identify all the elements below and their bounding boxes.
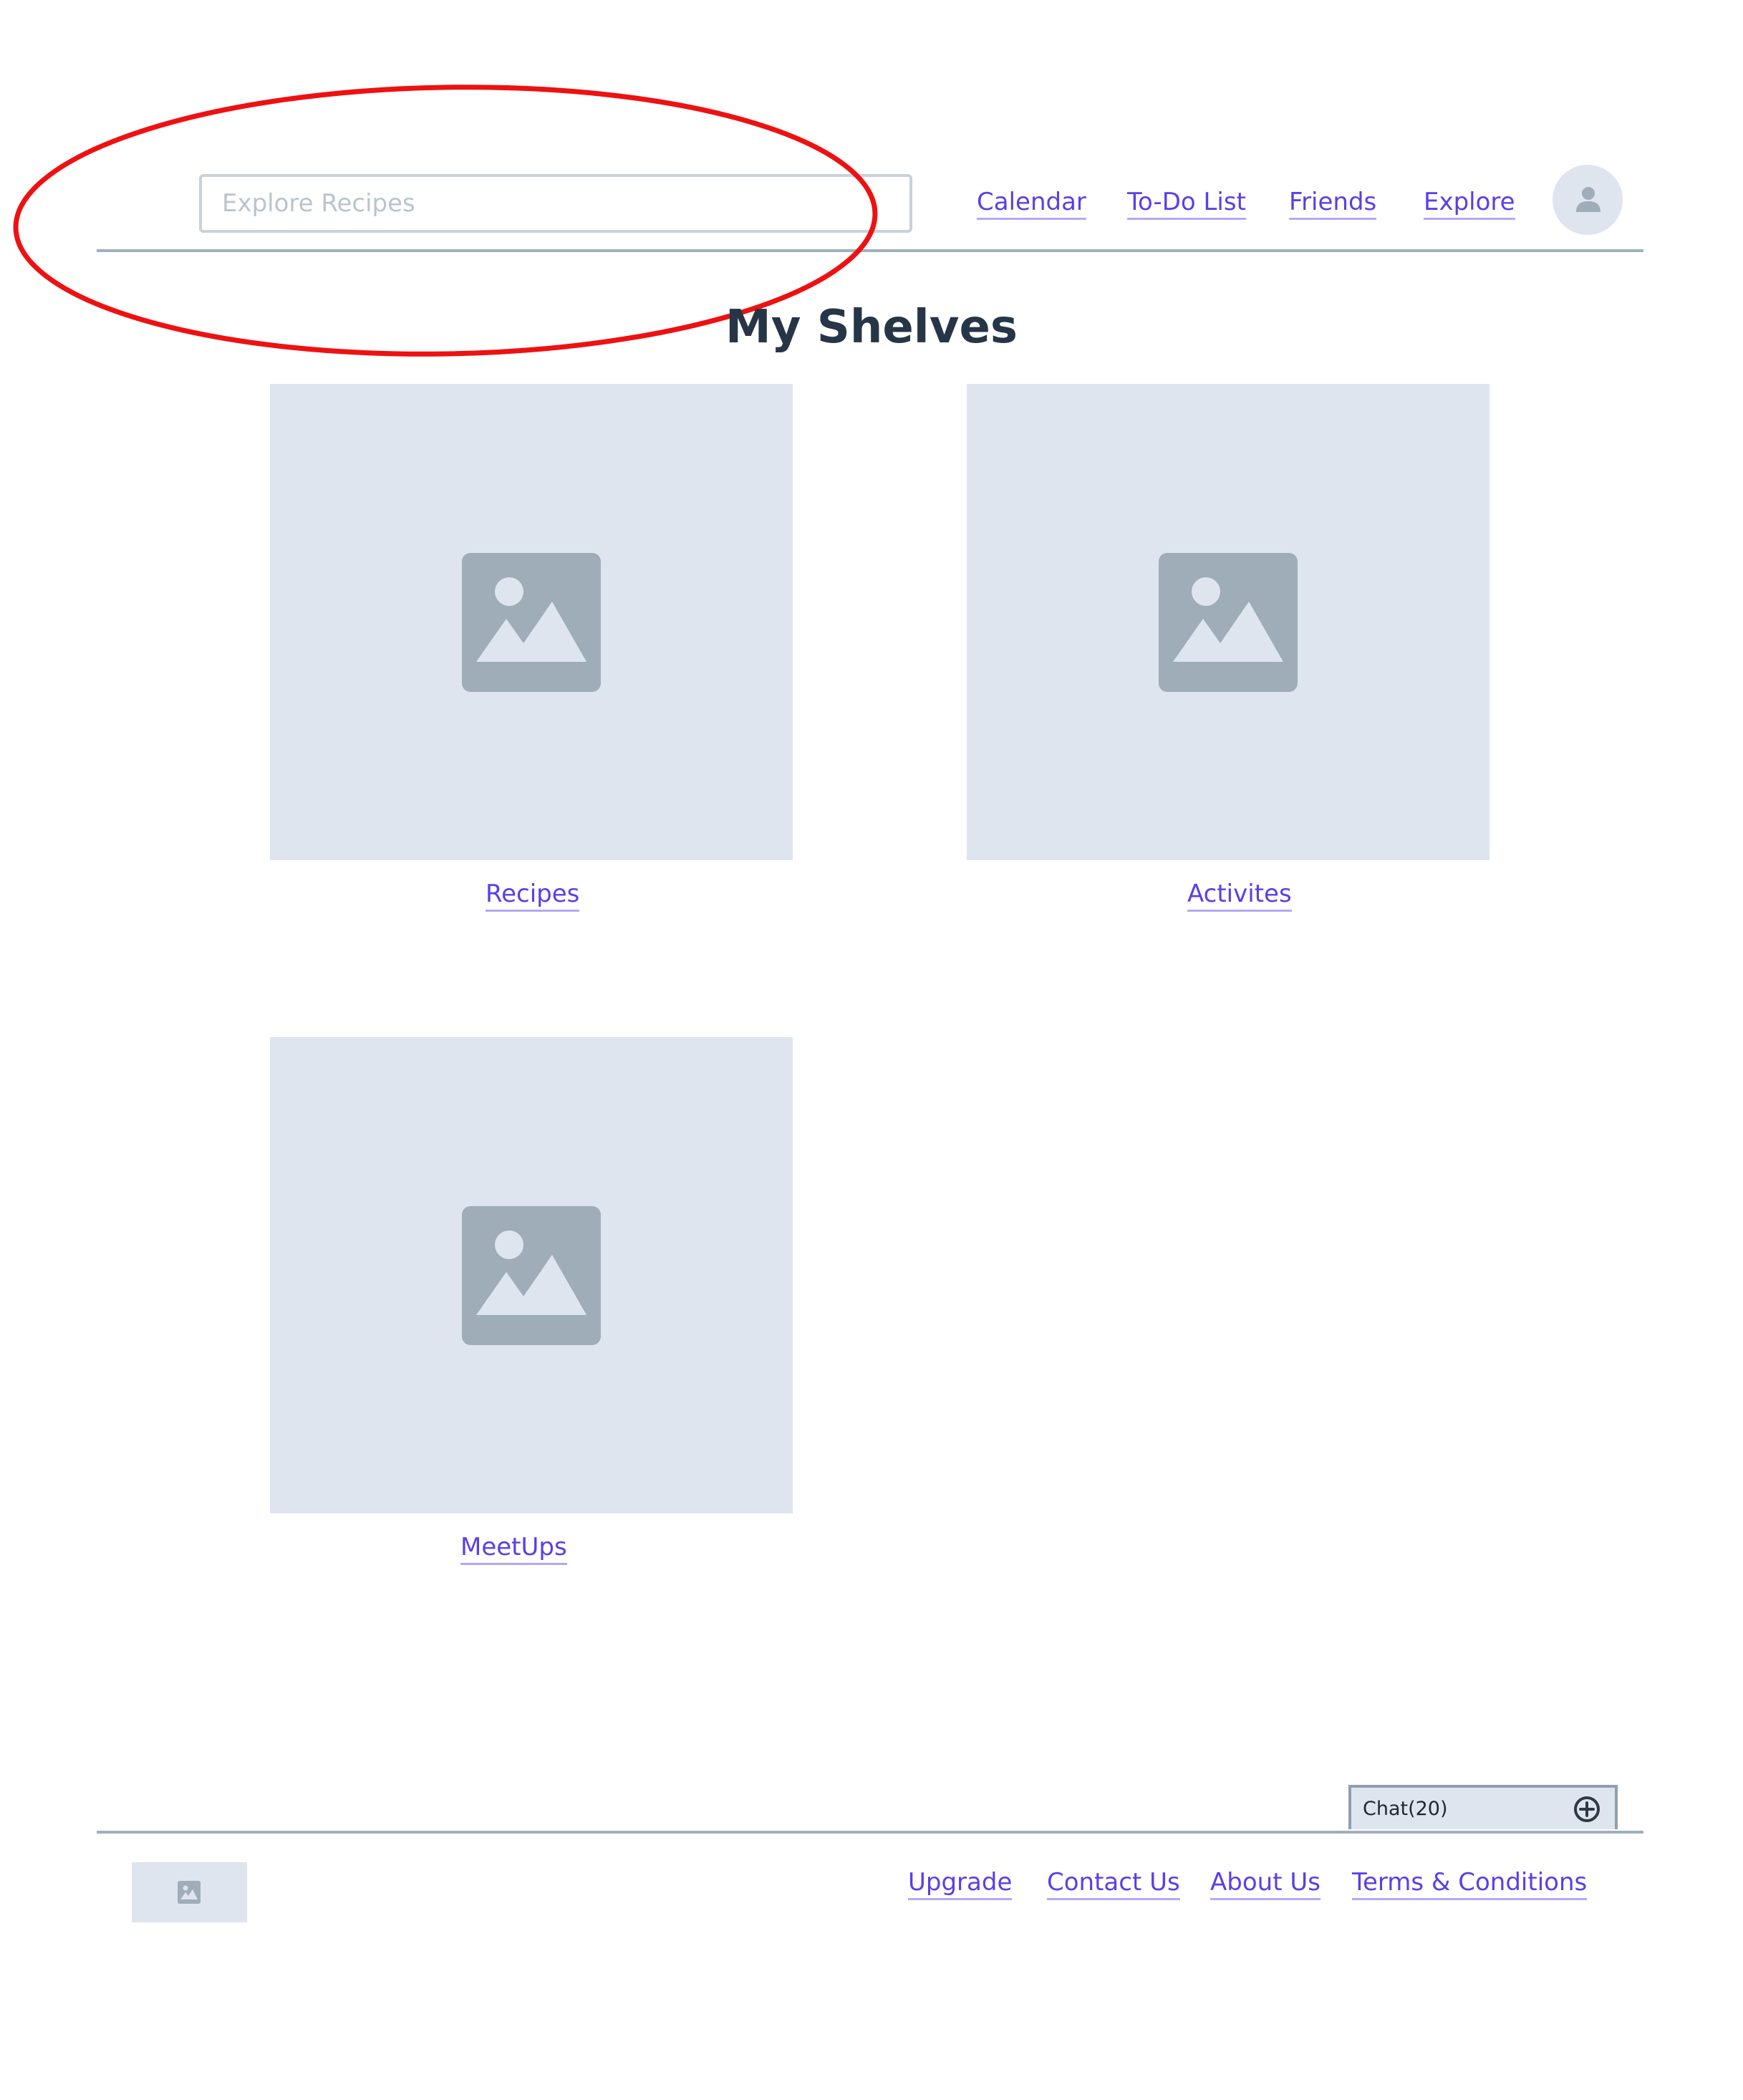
image-placeholder-icon	[1159, 553, 1298, 692]
shelf-meetups-image[interactable]	[270, 1037, 793, 1513]
footer-divider	[97, 1831, 1643, 1834]
nav-friends-link[interactable]: Friends	[1289, 188, 1377, 220]
shelf-recipes-link[interactable]: Recipes	[486, 880, 580, 912]
image-icon	[178, 1881, 201, 1904]
chat-label: Chat(20)	[1363, 1798, 1448, 1820]
page-title: My Shelves	[725, 301, 1018, 354]
footer-contact-us-link[interactable]: Contact Us	[1047, 1868, 1180, 1900]
plus-circle-icon[interactable]	[1573, 1795, 1601, 1824]
chat-tab[interactable]: Chat(20)	[1348, 1785, 1618, 1829]
image-placeholder-icon	[462, 553, 601, 692]
footer-terms-link[interactable]: Terms & Conditions	[1352, 1868, 1588, 1900]
shelf-activities-link[interactable]: Activites	[1187, 880, 1292, 912]
footer-logo	[132, 1862, 247, 1922]
nav-calendar-link[interactable]: Calendar	[977, 188, 1086, 220]
footer-about-us-link[interactable]: About Us	[1210, 1868, 1320, 1900]
shelf-activities-image[interactable]	[967, 384, 1489, 860]
user-icon	[1576, 187, 1600, 212]
nav-explore-link[interactable]: Explore	[1424, 188, 1515, 220]
nav-todo-list-link[interactable]: To-Do List	[1127, 188, 1246, 220]
avatar-button[interactable]	[1553, 165, 1623, 235]
shelf-meetups-link[interactable]: MeetUps	[460, 1533, 567, 1565]
footer-upgrade-link[interactable]: Upgrade	[908, 1868, 1013, 1900]
shelf-recipes-image[interactable]	[270, 384, 793, 860]
image-placeholder-icon	[462, 1206, 601, 1345]
